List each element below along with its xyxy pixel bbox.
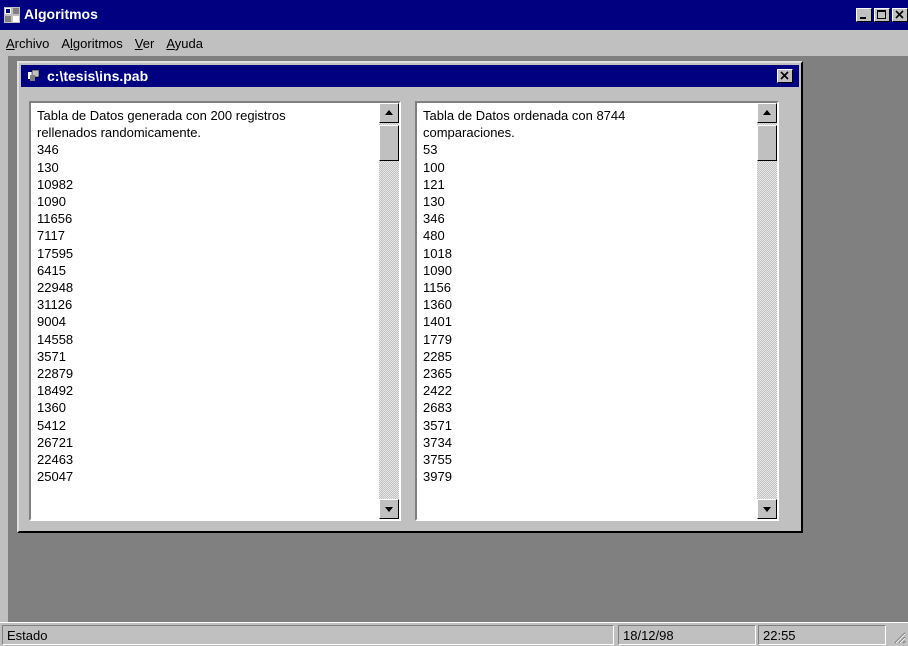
random-data-line: 31126: [37, 297, 73, 313]
main-window: Algoritmos Archivo Algoritmos Ver Ayuda: [0, 0, 908, 646]
random-data-line: rellenados randomicamente.: [37, 125, 202, 141]
mdi-client-area: c:\tesis\ins.pab Tabla de Datos generada…: [8, 56, 908, 622]
sorted-data-line: 2422: [423, 383, 452, 399]
random-data-line: 26721: [37, 434, 74, 450]
sorted-data-line: 2365: [423, 366, 452, 382]
status-time: 22:55: [758, 625, 886, 645]
random-data-line: 14558: [37, 331, 74, 347]
close-icon: [895, 10, 904, 19]
sorted-data-line: 130: [423, 194, 445, 210]
sorted-data-line: 53: [423, 142, 438, 158]
left-scroll-up-button[interactable]: [379, 103, 399, 123]
sorted-data-line: 1401: [423, 314, 452, 330]
random-data-line: 346: [37, 142, 59, 158]
sorted-data-line: 1090: [423, 262, 452, 278]
menu-bar: Archivo Algoritmos Ver Ayuda: [0, 30, 908, 56]
child-close-button[interactable]: [777, 69, 793, 83]
random-data-line: 3571: [37, 348, 66, 364]
sorted-data-line: 1360: [423, 297, 452, 313]
maximize-button[interactable]: [874, 8, 890, 22]
resize-grip-icon[interactable]: [892, 630, 906, 644]
window-controls: [856, 8, 908, 22]
random-data-lines: Tabla de Datos generada con 200 registro…: [37, 107, 286, 485]
menu-archivo[interactable]: Archivo: [0, 36, 55, 51]
status-text: Estado: [2, 625, 614, 645]
sorted-data-line: 1779: [423, 331, 452, 347]
child-titlebar[interactable]: c:\tesis\ins.pab: [21, 65, 799, 87]
right-scroll-thumb[interactable]: [757, 125, 777, 161]
sorted-data-line: 3755: [423, 452, 452, 468]
random-data-line: Tabla de Datos generada con 200 registro…: [37, 108, 286, 123]
sorted-data-line: 2683: [423, 400, 452, 416]
random-data-line: 18492: [37, 383, 74, 399]
child-window: c:\tesis\ins.pab Tabla de Datos generada…: [17, 61, 803, 533]
random-data-line: 22463: [37, 452, 74, 468]
sorted-data-lines: Tabla de Datos ordenada con 8744 comparac…: [423, 107, 625, 485]
scroll-up-icon: [763, 110, 771, 115]
app-icon: [4, 7, 20, 23]
status-bar: Estado 18/12/98 22:55: [0, 622, 908, 646]
left-vertical-scrollbar[interactable]: [379, 103, 399, 519]
scroll-down-icon: [763, 507, 771, 512]
sorted-data-line: 3734: [423, 434, 452, 450]
menu-ayuda[interactable]: Ayuda: [160, 36, 209, 51]
close-button[interactable]: [892, 8, 908, 22]
sorted-data-line: 480: [423, 228, 445, 244]
random-data-line: 22948: [37, 280, 74, 296]
right-scroll-up-button[interactable]: [757, 103, 777, 123]
random-data-line: 9004: [37, 314, 66, 330]
sorted-data-line: Tabla de Datos ordenada con 8744: [423, 108, 626, 123]
left-scroll-thumb[interactable]: [379, 125, 399, 161]
sorted-data-line: 346: [423, 211, 445, 227]
minimize-button[interactable]: [856, 8, 872, 22]
sorted-data-line: 100: [423, 159, 445, 175]
status-date: 18/12/98: [618, 625, 756, 645]
random-data-line: 22879: [37, 366, 74, 382]
scroll-up-icon: [385, 110, 393, 115]
random-data-line: 25047: [37, 469, 74, 485]
sorted-data-line: 3979: [423, 469, 452, 485]
random-data-line: 11656: [37, 211, 73, 227]
child-window-title: c:\tesis\ins.pab: [47, 68, 149, 84]
scroll-down-icon: [385, 507, 393, 512]
menu-algoritmos[interactable]: Algoritmos: [55, 36, 128, 51]
random-data-line: 17595: [37, 245, 74, 261]
app-title: Algoritmos: [24, 6, 98, 22]
sorted-data-line: 121: [423, 176, 445, 192]
random-data-listbox[interactable]: Tabla de Datos generada con 200 registro…: [29, 101, 401, 521]
left-scroll-down-button[interactable]: [379, 499, 399, 519]
random-data-line: 5412: [37, 417, 66, 433]
random-data-line: 1090: [37, 194, 66, 210]
random-data-line: 7117: [37, 228, 65, 244]
app-titlebar[interactable]: Algoritmos: [0, 0, 908, 30]
close-icon: [780, 71, 789, 80]
right-vertical-scrollbar[interactable]: [757, 103, 777, 519]
sorted-data-line: 2285: [423, 348, 452, 364]
random-data-line: 130: [37, 159, 59, 175]
minimize-icon: [860, 17, 866, 19]
random-data-line: 10982: [37, 176, 74, 192]
maximize-icon: [877, 10, 886, 19]
random-data-line: 1360: [37, 400, 66, 416]
right-scroll-down-button[interactable]: [757, 499, 777, 519]
menu-ver[interactable]: Ver: [129, 36, 161, 51]
child-window-icon: [28, 69, 40, 81]
sorted-data-line: 1156: [423, 280, 451, 296]
random-data-line: 6415: [37, 262, 66, 278]
sorted-data-line: comparaciones.: [423, 125, 515, 141]
sorted-data-line: 1018: [423, 245, 452, 261]
sorted-data-listbox[interactable]: Tabla de Datos ordenada con 8744 comparac…: [415, 101, 779, 521]
sorted-data-line: 3571: [423, 417, 452, 433]
